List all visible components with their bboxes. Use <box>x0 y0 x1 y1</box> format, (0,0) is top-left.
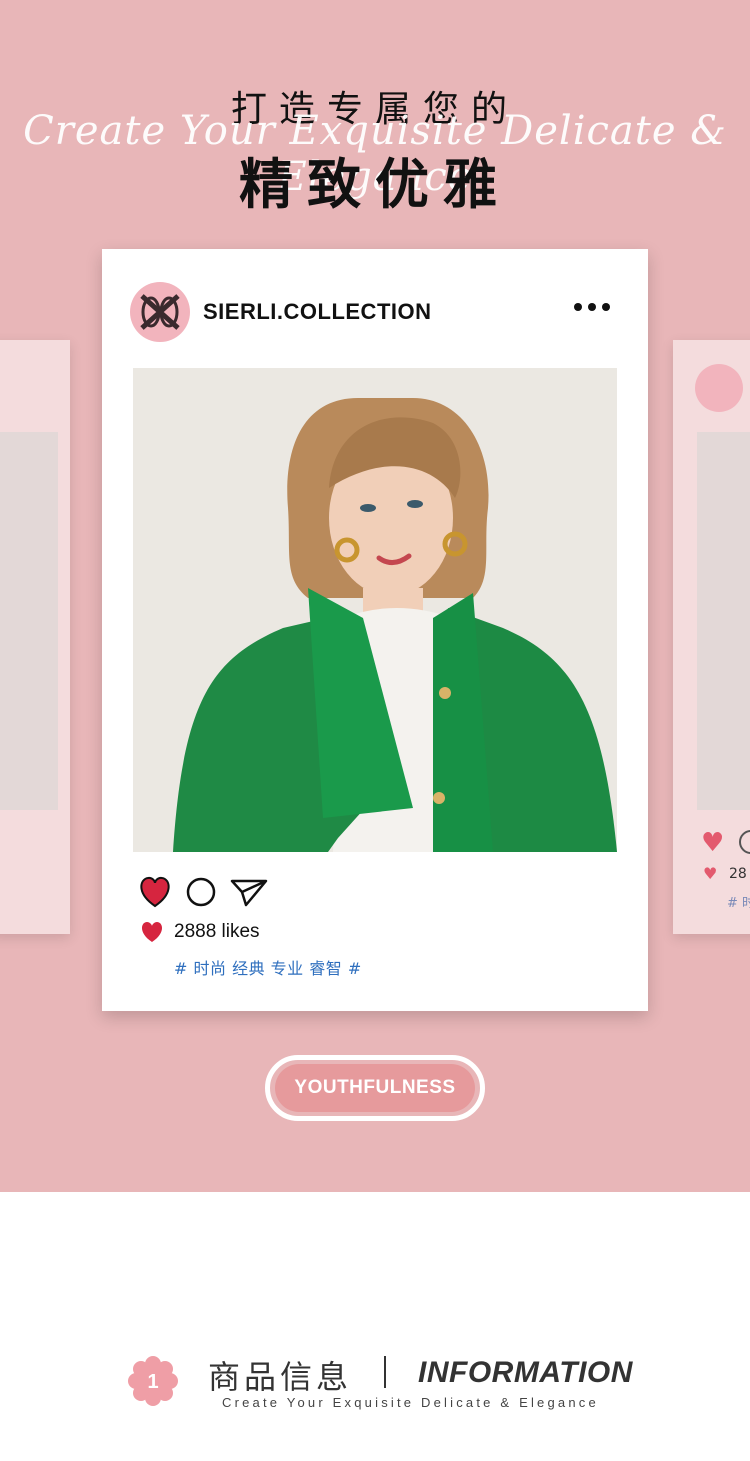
account-handle[interactable]: SIERLI.COLLECTION <box>203 299 432 325</box>
side-avatar <box>695 364 743 412</box>
heart-icon <box>141 922 163 942</box>
info-subtitle: Create Your Exquisite Delicate & Eleganc… <box>222 1395 599 1410</box>
heart-icon[interactable] <box>140 876 170 908</box>
info-divider <box>384 1356 386 1388</box>
more-dots-icon[interactable] <box>574 303 610 311</box>
brand-logo-icon <box>140 294 180 330</box>
post-card: SIERLI.COLLECTION 2888 likes # 时尚 经典 专业 … <box>102 249 648 1011</box>
side-likes-count: 28 <box>729 866 747 882</box>
section-number-badge: 1 <box>128 1356 178 1406</box>
hero-banner: 打造专属您的 Create Your Exquisite Delicate & … <box>0 0 750 1192</box>
comment-circle-icon <box>739 830 750 854</box>
likes-count: 2888 likes <box>174 921 260 942</box>
model-illustration <box>133 368 617 852</box>
comment-circle-icon[interactable] <box>186 877 216 907</box>
post-actions <box>138 875 298 909</box>
heart-icon: ♥ <box>701 828 725 858</box>
info-title-en: INFORMATION <box>418 1356 633 1389</box>
side-tags: # 时 <box>727 896 750 911</box>
side-post-image-placeholder <box>0 432 58 810</box>
headline-main: 精致优雅 <box>239 153 511 216</box>
youthfulness-label: YOUTHFULNESS <box>275 1064 475 1112</box>
send-icon[interactable] <box>230 879 268 907</box>
section-number: 1 <box>147 1371 158 1393</box>
youthfulness-badge: YOUTHFULNESS <box>265 1055 485 1121</box>
likes-row: 2888 likes <box>140 921 260 943</box>
side-post-card-left <box>0 340 70 934</box>
info-title-cn: 商品信息 <box>208 1358 353 1396</box>
post-photo[interactable] <box>133 368 617 852</box>
side-post-card-right: ♥ ♥ 28 # 时 <box>673 340 750 934</box>
post-tags[interactable]: # 时尚 经典 专业 睿智 # <box>174 955 362 979</box>
side-post-image-placeholder <box>697 432 750 810</box>
avatar[interactable] <box>130 282 190 342</box>
heart-icon: ♥ <box>703 864 718 883</box>
